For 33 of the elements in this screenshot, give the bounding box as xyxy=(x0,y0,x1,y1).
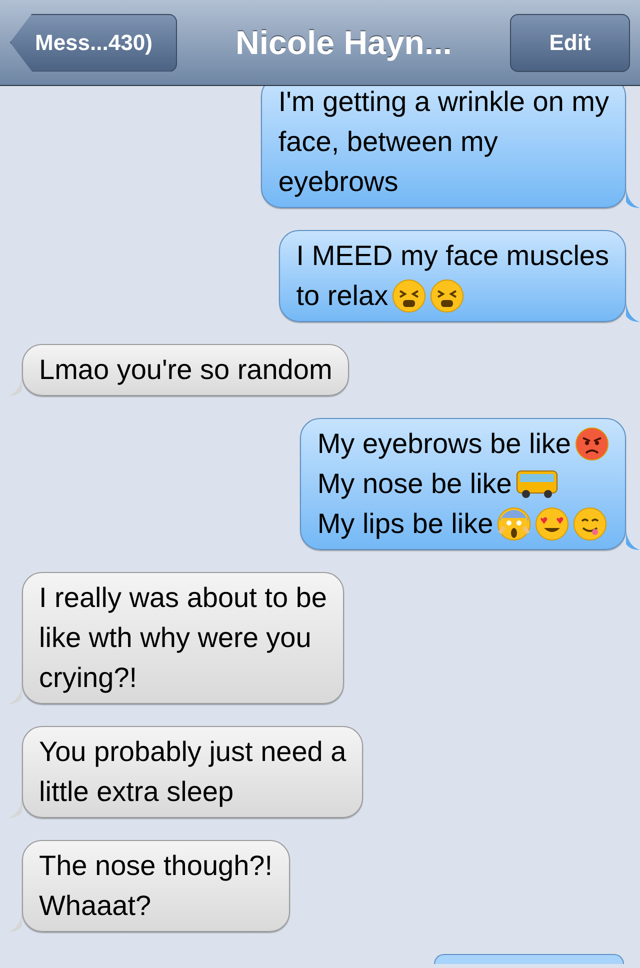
heart-eyes-face-icon xyxy=(535,507,570,541)
tired-face-icon xyxy=(430,279,464,313)
message-text: I'm getting a wrinkle on my xyxy=(278,85,609,119)
message-text: little extra sleep xyxy=(39,775,234,809)
bubble-tail xyxy=(8,912,22,932)
message-text: Lmao you're so random xyxy=(39,353,332,387)
message-text: I MEED my face muscles xyxy=(296,239,609,273)
tired-face-icon xyxy=(392,279,426,313)
message-text: My nose be like xyxy=(317,467,512,501)
message-text: My lips be like xyxy=(317,507,494,541)
message-text: You probably just need a xyxy=(39,735,346,769)
bus-icon xyxy=(516,469,558,499)
bubble-tail xyxy=(8,798,22,818)
yum-face-icon xyxy=(573,507,608,541)
angry-face-icon xyxy=(575,427,609,461)
message-text: I really was about to be xyxy=(39,581,327,615)
screaming-face-icon xyxy=(497,507,532,541)
conversation-title: Nicole Hayn... xyxy=(234,22,453,63)
back-button[interactable]: Mess...430) xyxy=(10,14,178,72)
message-text: My eyebrows be like xyxy=(317,427,571,461)
bubble-tail xyxy=(8,684,22,704)
bubble-tail xyxy=(626,188,640,208)
edit-button[interactable]: Edit xyxy=(510,14,630,72)
message-text: Whaaat? xyxy=(39,889,152,923)
message-text: like wth why were you xyxy=(39,621,312,655)
bubble-tail xyxy=(626,530,640,550)
bubble-tail xyxy=(8,376,22,396)
message-text: crying?! xyxy=(39,661,138,695)
bubble-tail xyxy=(626,302,640,322)
message-text: eyebrows xyxy=(278,165,398,199)
message-text: The nose though?! xyxy=(39,849,273,883)
message-text: face, between my xyxy=(278,125,498,159)
message-text: to relax xyxy=(296,279,388,313)
